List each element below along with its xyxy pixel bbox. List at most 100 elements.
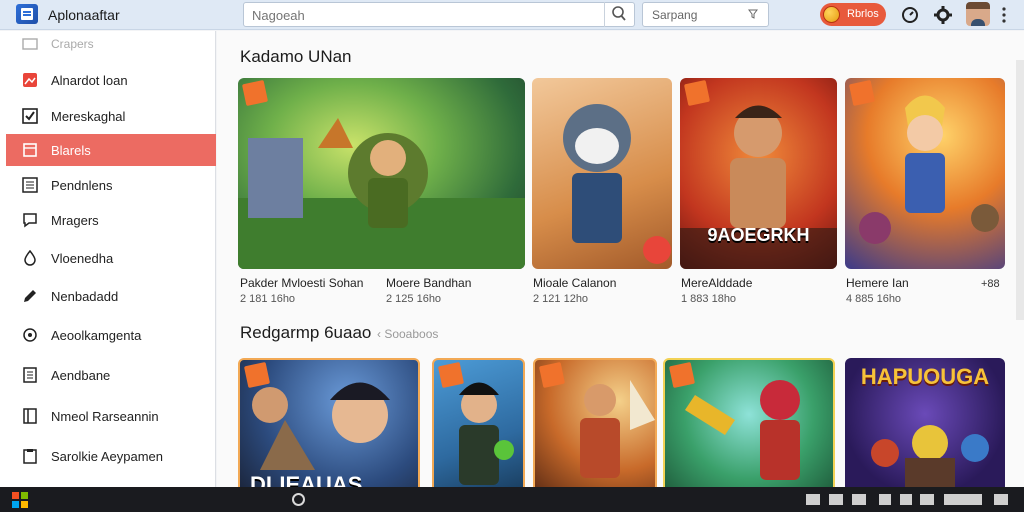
sidebar-item-9[interactable]: Aendbane <box>0 359 216 391</box>
title-bar: Aplonaaftar Sarpang Rbrlos <box>0 0 1024 30</box>
sidebar-item-0[interactable]: Crapers <box>0 28 216 60</box>
section-title: Kadamo UNan <box>240 47 352 66</box>
tray-icon[interactable] <box>920 494 934 505</box>
sidebar-item-8[interactable]: Aeoolkamgenta <box>0 319 216 351</box>
sidebar-item-label: Aeoolkamgenta <box>51 328 142 343</box>
game-card[interactable] <box>532 78 672 269</box>
avatar[interactable] <box>966 2 990 26</box>
game-card[interactable] <box>432 358 525 487</box>
sidebar-item-label: Crapers <box>51 37 94 51</box>
sidebar-item-3[interactable]: Blarels <box>6 134 216 166</box>
coin-icon <box>823 6 840 23</box>
card-title: Hemere Ian <box>846 276 909 290</box>
sidebar-item-10[interactable]: Nmeol Rarseannin <box>0 400 216 432</box>
image-icon <box>23 73 37 87</box>
layers-icon <box>23 143 37 157</box>
card-extra: +88 <box>981 278 1000 290</box>
card-title: Mioale Calanon <box>533 276 617 290</box>
sidebar-item-label: Sarolkie Aeypamen <box>51 449 164 464</box>
drop-icon <box>24 250 36 266</box>
start-menu-icon[interactable] <box>12 492 28 508</box>
pen-icon <box>24 290 36 302</box>
game-card[interactable] <box>238 78 525 269</box>
sidebar-item-5[interactable]: Mragers <box>0 204 216 236</box>
game-artwork <box>580 380 655 478</box>
card-title: Pakder Mvloesti Sohan <box>240 276 364 290</box>
speed-icon[interactable] <box>900 5 920 25</box>
tray-icon[interactable] <box>879 494 891 505</box>
game-artwork <box>563 104 671 264</box>
filter-label: Sarpang <box>652 8 698 22</box>
sidebar-item-label: Mereskaghal <box>51 109 126 124</box>
list-icon <box>22 177 38 193</box>
card-meta: 4 885 16ho <box>846 293 902 305</box>
sidebar-item-1[interactable]: Alnardot loan <box>0 64 216 96</box>
document-icon <box>23 367 37 383</box>
card-banner-text: HAPUOUGA <box>860 364 990 389</box>
gear-icon[interactable] <box>933 5 953 25</box>
card-title: Moere Bandhan <box>386 276 472 290</box>
game-card[interactable]: DLIEAUAS <box>238 358 420 487</box>
sidebar-item-label: Nenbadadd <box>51 289 119 304</box>
clock[interactable] <box>944 494 982 505</box>
search-icon[interactable] <box>611 5 627 23</box>
main-content: Kadamo UNan 9AOEGRKH Pakder Mvloesti Soh… <box>217 31 1024 487</box>
sidebar-item-4[interactable]: Pendnlens <box>0 169 216 201</box>
game-artwork <box>685 380 800 480</box>
sidebar: Crapers Alnardot loan Mereskaghal Blarel… <box>0 31 216 487</box>
flower-icon <box>23 328 37 342</box>
game-artwork <box>459 382 514 485</box>
chat-icon <box>23 213 37 228</box>
sidebar-item-label: Vloenedha <box>51 251 114 266</box>
game-artwork <box>238 118 525 269</box>
search-divider <box>604 2 605 27</box>
search-box[interactable] <box>243 2 635 27</box>
sidebar-item-2[interactable]: Mereskaghal <box>0 100 216 132</box>
card-meta: 1 883 18ho <box>681 293 737 305</box>
sidebar-item-6[interactable]: Vloenedha <box>0 242 216 274</box>
game-card[interactable]: 9AOEGRKH <box>680 78 837 269</box>
sidebar-item-label: Aendbane <box>51 368 111 383</box>
tray-icon[interactable] <box>806 494 820 505</box>
more-options-icon[interactable] <box>1002 6 1006 24</box>
tray-icon[interactable] <box>829 494 843 505</box>
taskbar <box>0 487 1024 512</box>
tray-icon[interactable] <box>852 494 866 505</box>
rewards-badge[interactable]: Rbrlos <box>820 3 886 26</box>
scrollbar[interactable] <box>1016 60 1024 320</box>
search-input[interactable] <box>252 6 592 24</box>
taskbar-search-icon[interactable] <box>292 493 305 506</box>
card-title: MereAlddade <box>681 276 753 290</box>
card-meta: 2 121 12ho <box>533 293 589 305</box>
notification-icon[interactable] <box>994 494 1008 505</box>
game-card[interactable] <box>663 358 835 487</box>
check-icon <box>22 108 38 124</box>
book-icon <box>23 408 37 424</box>
sidebar-item-label: Nmeol Rarseannin <box>51 409 159 424</box>
sidebar-item-label: Blarels <box>51 143 91 158</box>
rewards-badge-label: Rbrlos <box>847 8 879 20</box>
card-meta: 2 181 16ho <box>240 293 296 305</box>
app-title: Aplonaaftar <box>48 7 120 23</box>
filter-icon <box>748 9 758 19</box>
game-artwork <box>859 95 999 244</box>
app-logo-icon <box>16 4 38 24</box>
sidebar-item-label: Alnardot loan <box>51 73 128 88</box>
sidebar-item-11[interactable]: Sarolkie Aeypamen <box>0 440 216 472</box>
section-title: Redgarmp 6uaao <box>240 323 372 342</box>
sidebar-item-label: Mragers <box>51 213 99 228</box>
game-artwork <box>252 382 390 470</box>
filter-dropdown[interactable]: Sarpang <box>642 2 769 27</box>
card-banner-text: DLIEAUAS <box>250 472 363 487</box>
card-banner-text: 9AOEGRKH <box>707 225 810 245</box>
sidebar-item-7[interactable]: Nenbadadd <box>0 280 216 312</box>
gallery-icon <box>22 38 38 50</box>
clipboard-icon <box>23 449 37 464</box>
game-card[interactable] <box>533 358 657 487</box>
game-card[interactable]: HAPUOUGA <box>845 358 1005 487</box>
game-card[interactable] <box>845 78 1005 269</box>
tray-icon[interactable] <box>900 494 912 505</box>
sidebar-item-label: Pendnlens <box>51 178 113 193</box>
section-subtitle[interactable]: ‹ Sooaboos <box>377 327 438 341</box>
card-meta: 2 125 16ho <box>386 293 442 305</box>
